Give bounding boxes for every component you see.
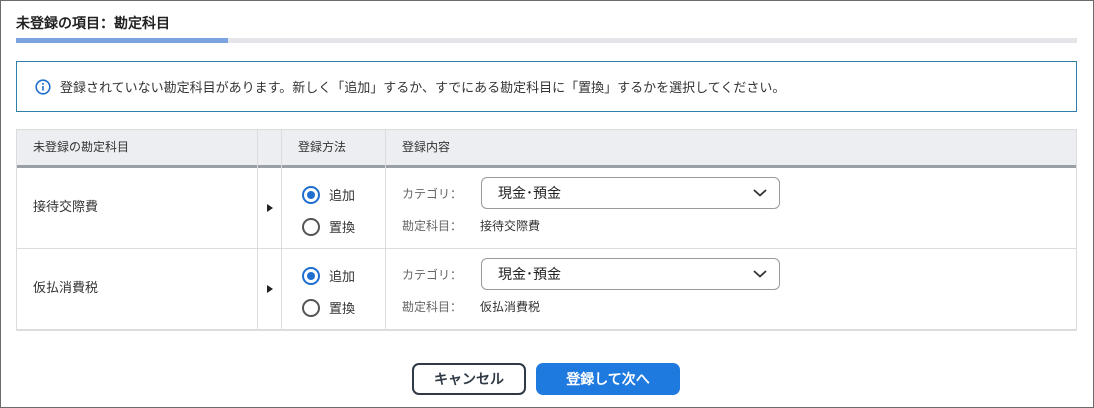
account-name: 仮払消費税	[33, 281, 99, 296]
radio-add[interactable]: 追加	[302, 266, 355, 285]
radio-replace-label: 置換	[329, 302, 356, 317]
radio-add-indicator[interactable]	[302, 185, 320, 204]
category-label: カテゴリ：	[402, 268, 463, 282]
chevron-down-icon	[753, 187, 767, 199]
register-next-button[interactable]: 登録して次へ	[536, 363, 680, 395]
table-row: 接待交際費 追加 置換 カテゴリ： 現金･預金 勘定科目： 接待交際費	[17, 168, 1076, 249]
info-icon	[35, 78, 51, 95]
table-header: 未登録の勘定科目 登録方法 登録内容	[17, 130, 1076, 168]
dialog-title: 未登録の項目：勘定科目	[16, 16, 170, 32]
notice-text: 登録されていない勘定科目があります。新しく「追加」するか、すでにある勘定科目に「…	[60, 81, 786, 96]
header-unregistered-account: 未登録の勘定科目	[33, 140, 130, 154]
account-name: 接待交際費	[33, 200, 99, 215]
radio-replace[interactable]: 置換	[302, 298, 355, 317]
header-registration-method: 登録方法	[298, 140, 347, 154]
radio-add-label: 追加	[329, 189, 356, 204]
unregistered-table: 未登録の勘定科目 登録方法 登録内容 接待交際費 追加 置換 カテゴリ： 現金･…	[16, 129, 1077, 331]
category-label: カテゴリ：	[402, 187, 463, 201]
category-select[interactable]: 現金･預金	[481, 258, 780, 290]
account-value: 仮払消費税	[480, 300, 541, 314]
table-row: 仮払消費税 追加 置換 カテゴリ： 現金･預金 勘定科目： 仮払消費税	[17, 249, 1076, 330]
radio-replace-indicator[interactable]	[302, 298, 320, 317]
radio-replace-label: 置換	[329, 221, 356, 236]
expand-caret-icon[interactable]	[267, 285, 273, 293]
cancel-button[interactable]: キャンセル	[412, 363, 526, 395]
progress-bar	[16, 38, 1077, 43]
info-notice: 登録されていない勘定科目があります。新しく「追加」するか、すでにある勘定科目に「…	[16, 61, 1077, 112]
category-select[interactable]: 現金･預金	[481, 177, 780, 209]
category-select-value: 現金･預金	[498, 267, 561, 283]
expand-caret-icon[interactable]	[267, 204, 273, 212]
dialog: 未登録の項目：勘定科目 登録されていない勘定科目があります。新しく「追加」するか…	[0, 0, 1094, 408]
account-label: 勘定科目：	[402, 219, 463, 233]
radio-add-label: 追加	[329, 270, 356, 285]
header-registration-content: 登録内容	[402, 140, 451, 154]
radio-replace-indicator[interactable]	[302, 217, 320, 236]
radio-replace[interactable]: 置換	[302, 217, 355, 236]
radio-add[interactable]: 追加	[302, 185, 355, 204]
chevron-down-icon	[753, 268, 767, 280]
progress-fill	[16, 38, 229, 43]
account-label: 勘定科目：	[402, 300, 463, 314]
radio-add-indicator[interactable]	[302, 266, 320, 285]
category-select-value: 現金･預金	[498, 186, 561, 202]
account-value: 接待交際費	[480, 219, 541, 233]
